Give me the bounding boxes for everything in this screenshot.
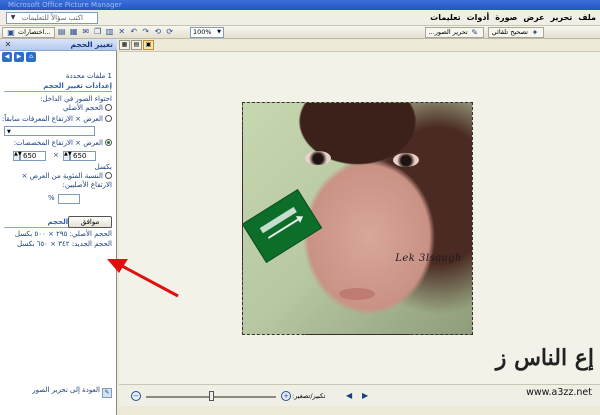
edit-pictures-icon: ✎ — [102, 388, 112, 398]
back-link-label: العودة إلى تحرير الصور — [32, 386, 100, 394]
height-field[interactable]: 650 — [20, 151, 46, 161]
chevron-down-icon[interactable]: ▼ — [7, 129, 11, 135]
shortcuts-label: اختصارات... — [18, 28, 51, 36]
zoom-select[interactable]: 100% ▼ — [190, 27, 224, 38]
photo-signature: Lek 3lsaagh — [395, 253, 462, 264]
zoom-in-icon[interactable]: + — [281, 391, 291, 401]
menu-edit[interactable]: تحرير — [551, 12, 573, 24]
auto-correct-label: تصحيح تلقائي — [491, 28, 528, 36]
menu-file[interactable]: ملف — [578, 12, 596, 24]
option-percent-radio[interactable] — [105, 172, 112, 179]
back-icon[interactable]: ◀ — [2, 52, 12, 62]
height-spinner[interactable]: ▲▼ — [13, 151, 22, 161]
child-photo: Lek 3lsaagh — [242, 102, 473, 335]
edit-pictures-label: تحرير الصور... — [428, 28, 468, 36]
email-icon[interactable]: ✉ — [81, 27, 91, 37]
option-predefined-row[interactable]: العرض × الارتفاع المعرفات سابقاً: — [2, 115, 112, 124]
close-icon[interactable]: ✕ — [3, 40, 13, 50]
menu-bar: ▼ اكتب سؤالاً للتعليمات ملف تحرير عرض صو… — [0, 10, 600, 26]
fit-label: احتواء الصور في الداخل: — [40, 95, 112, 103]
ok-button[interactable]: موافق — [68, 216, 112, 228]
open-icon[interactable]: ▤ — [57, 27, 67, 37]
settings-heading: إعدادات تغيير الحجم — [4, 82, 112, 92]
menu-items: ملف تحرير عرض صورة أدوات تعليمات — [430, 12, 596, 24]
menu-picture[interactable]: صورة — [495, 12, 517, 24]
toolbar-left-group: ▣ اختصارات... ▤ ▦ ✉ ❐ ▥ ✕ ↶ ↷ ⟲ ⟳ — [2, 27, 175, 38]
back-to-edit-link[interactable]: ✎العودة إلى تحرير الصور — [32, 385, 112, 398]
zoom-value: 100% — [193, 28, 212, 36]
redo-icon[interactable]: ↷ — [141, 27, 151, 37]
view-mode-buttons: ▦ ▤ ▣ — [119, 40, 154, 50]
option-custom-row[interactable]: العرض × الارتفاع المخصصات: — [14, 139, 112, 148]
ask-question-placeholder: اكتب سؤالاً للتعليمات — [21, 14, 83, 22]
files-selected-text: 1 ملفات محددة — [66, 72, 112, 80]
thumbnail-view-icon[interactable]: ▦ — [119, 40, 130, 50]
rotate-right-icon[interactable]: ⟳ — [165, 27, 175, 37]
right-eye — [393, 153, 419, 167]
percent-field[interactable] — [58, 194, 80, 204]
saudi-flag-face-paint — [243, 189, 323, 263]
width-field[interactable]: 650 — [70, 151, 96, 161]
undo-icon[interactable]: ↶ — [129, 27, 139, 37]
edit-pictures-button[interactable]: ✎ تحرير الصور... — [424, 27, 484, 38]
option-custom-radio[interactable] — [105, 139, 112, 146]
menu-help[interactable]: تعليمات — [430, 12, 460, 24]
edit-pictures-icon: ✎ — [471, 27, 479, 37]
rotate-left-icon[interactable]: ⟲ — [153, 27, 163, 37]
option-original-radio[interactable] — [105, 104, 112, 111]
paste-icon[interactable]: ▥ — [105, 27, 115, 37]
option-predefined-label: العرض × الارتفاع المعرفات سابقاً: — [1, 115, 103, 123]
resize-task-pane: ✕ تغيير الحجم ◀ ▶ ⌂ 1 ملفات محددة إعدادا… — [0, 39, 117, 415]
filmstrip-view-icon[interactable]: ▤ — [131, 40, 142, 50]
auto-correct-button[interactable]: ✦ تصحيح تلقائي — [487, 27, 544, 38]
task-pane-nav: ◀ ▶ ⌂ — [2, 52, 36, 62]
shortcuts-button[interactable]: ▣ اختصارات... — [2, 27, 55, 38]
times-sign: × — [53, 151, 59, 159]
toolbar-right-group: ✦ تصحيح تلقائي ✎ تحرير الصور... — [424, 27, 544, 38]
task-pane-title: تغيير الحجم — [70, 40, 113, 49]
zoom-out-icon[interactable]: − — [131, 391, 141, 401]
left-eye — [305, 151, 331, 165]
new-size-text: الحجم الجديد: ٣٤٢ × ٦٥٠ بكسل — [17, 240, 112, 248]
menu-view[interactable]: عرض — [523, 12, 544, 24]
original-size-text: الحجم الأصلي: ٢٩٥ × ٥٠٠ بكسل — [14, 230, 112, 238]
pixels-unit-label: بكسل — [94, 163, 112, 171]
chevron-down-icon[interactable]: ▼ — [8, 13, 18, 23]
next-picture-icon[interactable]: ◀ — [346, 391, 352, 401]
copy-icon[interactable]: ❐ — [93, 27, 103, 37]
chevron-down-icon[interactable]: ▼ — [215, 28, 223, 37]
task-pane-header: ✕ تغيير الحجم — [0, 39, 117, 51]
option-custom-label: العرض × الارتفاع المخصصات: — [13, 139, 103, 147]
previous-picture-icon[interactable]: ▶ — [362, 391, 368, 401]
title-bar: Microsoft Office Picture Manager — [0, 0, 600, 10]
predefined-size-select[interactable]: ▼ — [4, 126, 95, 136]
mouth — [339, 288, 375, 300]
home-icon[interactable]: ⌂ — [26, 52, 36, 62]
save-icon[interactable]: ▦ — [69, 27, 79, 37]
option-percent-label: النسبة المئوية من العرض × الارتفاع الأصل… — [21, 172, 112, 189]
delete-icon[interactable]: ✕ — [117, 27, 127, 37]
shortcuts-icon: ▣ — [7, 27, 15, 37]
site-watermark: إع الناس ز www.a3zz.net — [480, 345, 600, 405]
width-spinner[interactable]: ▲▼ — [63, 151, 72, 161]
option-original-label: الحجم الأصلي — [62, 104, 103, 112]
standard-toolbar: ▣ اختصارات... ▤ ▦ ✉ ❐ ▥ ✕ ↶ ↷ ⟲ ⟳ 100% ▼… — [0, 26, 600, 39]
option-original-row[interactable]: الحجم الأصلي — [63, 104, 112, 113]
option-predefined-radio[interactable] — [105, 115, 112, 122]
watermark-url: www.a3zz.net — [526, 387, 592, 398]
forward-icon[interactable]: ▶ — [14, 52, 24, 62]
option-percent-row[interactable]: النسبة المئوية من العرض × الارتفاع الأصل… — [6, 172, 112, 190]
auto-correct-icon: ✦ — [531, 27, 539, 37]
single-picture-view-icon[interactable]: ▣ — [143, 40, 154, 50]
watermark-title: إع الناس ز — [495, 345, 594, 371]
zoom-label: تكبير/تصغير: — [292, 392, 326, 400]
window-title: Microsoft Office Picture Manager — [8, 1, 122, 9]
percent-sign: % — [48, 194, 55, 202]
menu-tools[interactable]: أدوات — [467, 12, 490, 24]
ask-question-box[interactable]: ▼ اكتب سؤالاً للتعليمات — [6, 12, 98, 24]
zoom-slider-thumb[interactable] — [209, 391, 214, 401]
